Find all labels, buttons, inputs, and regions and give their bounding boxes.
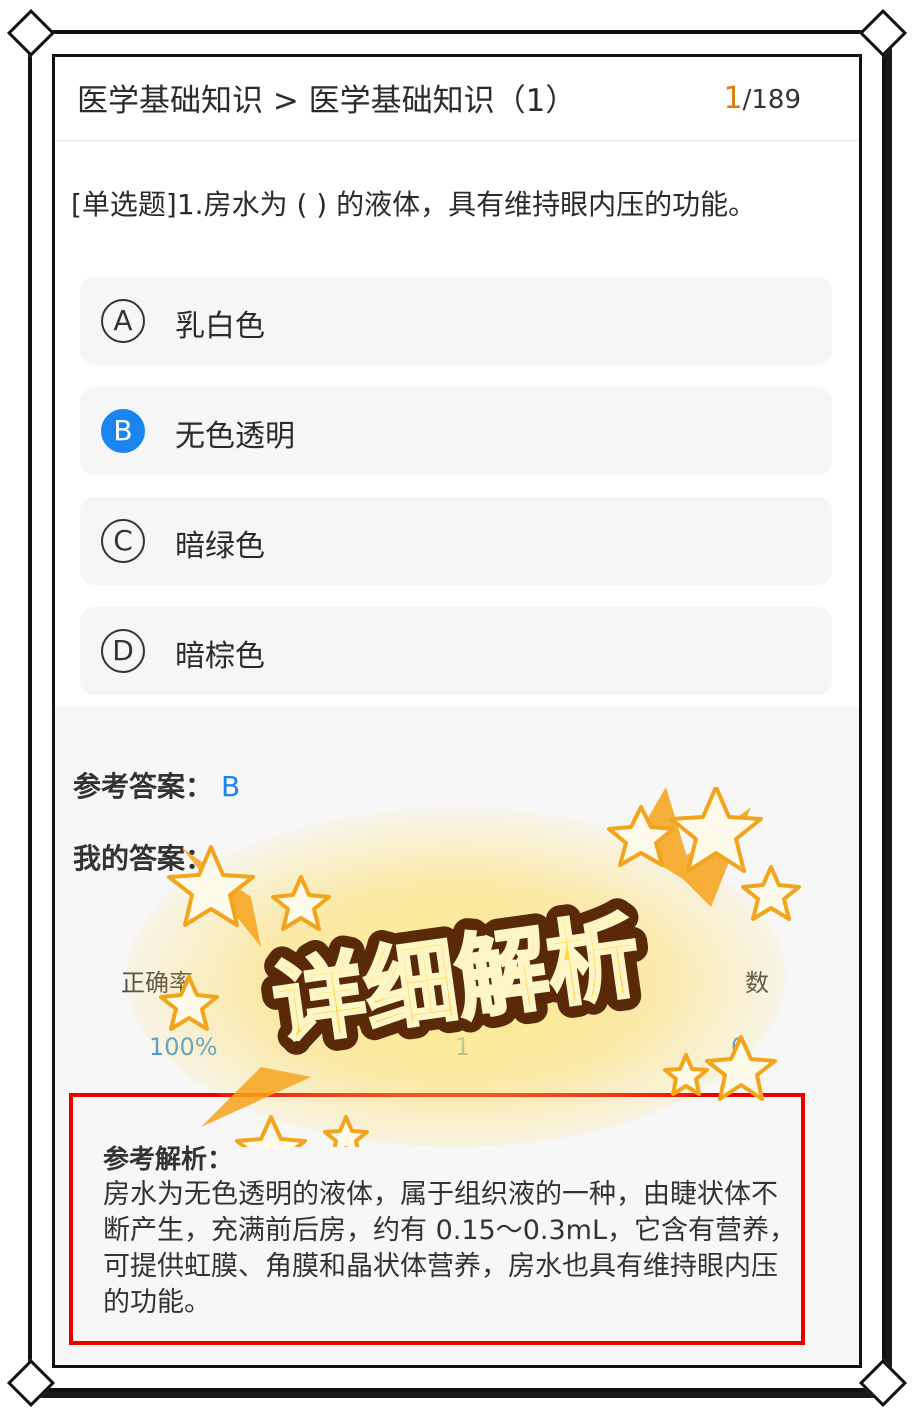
option-label: 乳白色 (175, 309, 265, 344)
explanation-text: 房水为无色透明的液体，属于组织液的一种，由睫状体不断产生，充满前后房，约有 0.… (103, 1179, 796, 1318)
option-a[interactable]: A 乳白色 (80, 277, 832, 365)
reference-answer: 参考答案： B (73, 765, 240, 805)
reference-answer-value: B (221, 770, 241, 803)
explanation-highlight-box: 参考解析： 房水为无色透明的液体，属于组织液的一种，由睫状体不断产生，充满前后房… (69, 1093, 805, 1345)
option-label: 暗棕色 (175, 639, 265, 674)
error-count-label: 数 (745, 969, 769, 997)
accuracy-label: 正确率 (121, 969, 193, 997)
question-text: [单选题]1.房水为 ( ) 的液体，具有维持眼内压的功能。 (71, 188, 757, 221)
option-d[interactable]: D 暗棕色 (80, 607, 832, 695)
reference-answer-label: 参考答案： (73, 770, 214, 803)
current-question-number: 1 (723, 81, 743, 116)
option-letter: A (101, 299, 145, 343)
option-label: 无色透明 (175, 419, 295, 454)
error-count-value: 0 (731, 1033, 747, 1061)
answer-count-value: 1 (455, 1033, 471, 1061)
quiz-screen: 医学基础知识 > 医学基础知识（1） 1/189 [单选题]1.房水为 ( ) … (55, 57, 859, 1365)
phone-screen-frame: 医学基础知识 > 医学基础知识（1） 1/189 [单选题]1.房水为 ( ) … (52, 54, 862, 1368)
total-questions: /189 (742, 85, 801, 115)
option-label: 暗绿色 (175, 529, 265, 564)
my-answer: 我的答案： (73, 837, 221, 877)
option-letter: D (101, 629, 145, 673)
option-letter: C (101, 519, 145, 563)
my-answer-label: 我的答案： (73, 842, 214, 875)
option-c[interactable]: C 暗绿色 (80, 497, 832, 585)
question-counter: 1/189 (724, 81, 801, 116)
accuracy-value: 100% (149, 1033, 218, 1061)
option-b[interactable]: B 无色透明 (80, 387, 832, 475)
option-letter-selected: B (101, 409, 145, 453)
header-bar: 医学基础知识 > 医学基础知识（1） 1/189 (55, 57, 859, 141)
breadcrumb[interactable]: 医学基础知识 > 医学基础知识（1） (77, 75, 576, 120)
explanation-title: 参考解析： (103, 1145, 234, 1175)
